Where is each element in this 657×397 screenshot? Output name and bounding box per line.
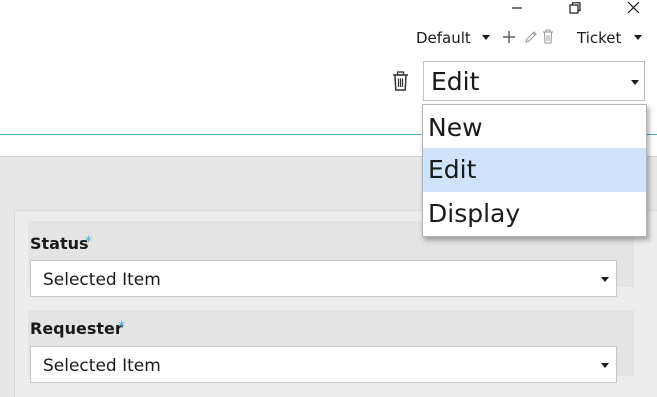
- pencil-icon[interactable]: [524, 30, 538, 44]
- option-label: Edit: [428, 155, 477, 184]
- status-label: Status: [30, 234, 89, 253]
- view-selector-label[interactable]: Default: [416, 27, 471, 49]
- required-marker: *: [85, 234, 92, 250]
- required-marker: *: [118, 319, 125, 335]
- close-icon: [627, 1, 640, 14]
- status-select[interactable]: Selected Item: [30, 260, 617, 297]
- form-mode-value: Edit: [431, 67, 480, 96]
- app-window: Default Ticket Edit Status * Selected It…: [0, 0, 657, 397]
- minimize-icon: [512, 7, 522, 9]
- restore-button[interactable]: [561, 0, 589, 16]
- option-label: Display: [428, 199, 521, 228]
- entity-selector-caret-icon[interactable]: [634, 35, 642, 40]
- chevron-down-icon: [631, 80, 639, 85]
- form-mode-dropdown: New Edit Display: [422, 104, 647, 237]
- requester-select[interactable]: Selected Item: [30, 346, 617, 383]
- view-selector-caret-icon[interactable]: [482, 35, 490, 40]
- trash-icon[interactable]: [392, 71, 409, 91]
- minimize-button[interactable]: [503, 0, 531, 16]
- form-mode-select[interactable]: Edit: [423, 61, 645, 101]
- close-button[interactable]: [619, 0, 647, 16]
- trash-icon[interactable]: [542, 29, 554, 44]
- option-label: New: [428, 113, 483, 142]
- form-mode-option-new[interactable]: New: [423, 106, 646, 150]
- chevron-down-icon: [601, 277, 609, 282]
- form-mode-option-display[interactable]: Display: [423, 192, 646, 236]
- entity-selector-label[interactable]: Ticket: [577, 27, 621, 49]
- form-mode-option-edit[interactable]: Edit: [423, 148, 646, 192]
- requester-select-value: Selected Item: [43, 356, 161, 376]
- requester-label: Requester: [30, 319, 123, 338]
- status-select-value: Selected Item: [43, 270, 161, 290]
- restore-icon: [569, 2, 581, 14]
- chevron-down-icon: [601, 363, 609, 368]
- plus-icon[interactable]: [502, 30, 516, 44]
